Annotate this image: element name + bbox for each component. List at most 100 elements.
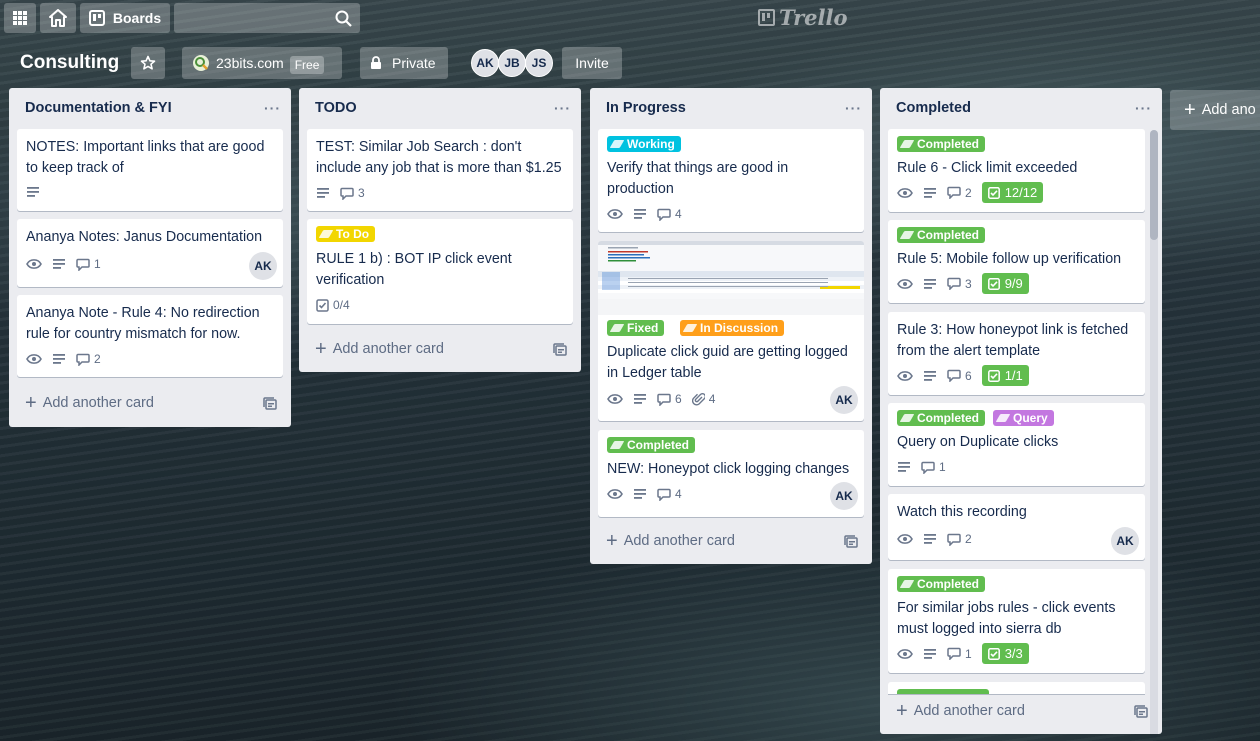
attachments-count: 4 — [708, 392, 716, 406]
apps-menu-button[interactable] — [4, 3, 36, 33]
top-bar: Boards Trello — [0, 0, 1260, 36]
card-cover-image — [598, 241, 864, 315]
list-menu-button[interactable]: ··· — [845, 100, 862, 116]
card[interactable]: Completed For similar jobs rules - click… — [888, 569, 1145, 673]
card-member-avatar[interactable]: AK — [830, 482, 858, 510]
label-query: Query — [993, 410, 1054, 426]
add-list-button[interactable]: + Add ano — [1170, 90, 1260, 130]
card-title: Duplicate click guid are getting logged … — [607, 344, 848, 381]
description-badge — [316, 187, 330, 199]
card-title: TEST: Similar Job Search : don't include… — [316, 139, 562, 176]
label-in-discussion: In Discussion — [680, 320, 785, 336]
template-icon — [263, 397, 277, 410]
boards-button[interactable]: Boards — [80, 3, 170, 33]
list-menu-button[interactable]: ··· — [554, 100, 571, 116]
add-card-label: Add another card — [913, 703, 1025, 719]
card[interactable]: Fixed In Discussion Duplicate click guid… — [598, 241, 864, 421]
checklist-count: 3/3 — [1004, 646, 1023, 661]
member-avatar[interactable]: AK — [471, 49, 499, 77]
plus-icon: + — [25, 392, 37, 414]
list-title[interactable]: TODO — [315, 100, 357, 116]
comment-icon — [76, 258, 90, 271]
card[interactable]: TEST: Similar Job Search : don't include… — [307, 129, 573, 211]
card-partial[interactable] — [888, 682, 1145, 694]
home-button[interactable] — [40, 3, 76, 33]
invite-button[interactable]: Invite — [562, 47, 622, 79]
comments-badge: 1 — [76, 257, 101, 271]
card-template-button[interactable] — [263, 397, 277, 414]
card[interactable]: Ananya Notes: Janus Documentation 1 AK — [17, 219, 283, 287]
eye-icon — [897, 370, 913, 381]
eye-icon — [607, 209, 623, 219]
watching-badge — [897, 278, 913, 290]
comment-icon — [657, 393, 671, 406]
member-avatar[interactable]: JB — [498, 49, 526, 77]
card[interactable]: Working Verify that things are good in p… — [598, 129, 864, 232]
add-card-button[interactable]: + Add another card — [315, 338, 444, 360]
list-menu-button[interactable]: ··· — [264, 100, 281, 116]
list-title[interactable]: Documentation & FYI — [25, 100, 172, 116]
visibility-button[interactable]: Private — [360, 47, 448, 79]
eye-icon — [897, 534, 913, 544]
eye-icon — [26, 259, 42, 269]
card-template-button[interactable] — [553, 343, 567, 360]
trello-logo[interactable]: Trello — [758, 5, 848, 30]
watching-badge — [607, 208, 623, 220]
comments-count: 4 — [675, 207, 682, 221]
card-title: RULE 1 b) : BOT IP click event verificat… — [316, 251, 512, 288]
search-input[interactable] — [174, 3, 360, 33]
list-scroll-thumb[interactable] — [1150, 130, 1158, 240]
comment-icon — [947, 277, 961, 290]
lock-icon — [371, 56, 381, 69]
workspace-button[interactable]: 23bits.com Free — [182, 47, 342, 79]
search-icon — [335, 10, 352, 27]
description-icon — [317, 188, 329, 198]
workspace-logo-icon — [193, 55, 209, 71]
label-to-do: To Do — [316, 226, 376, 242]
list-title[interactable]: In Progress — [606, 100, 686, 116]
card[interactable]: To Do RULE 1 b) : BOT IP click event ver… — [307, 219, 573, 324]
card-member-avatar[interactable]: AK — [1111, 527, 1139, 555]
card[interactable]: Rule 3: How honeypot link is fetched fro… — [888, 312, 1145, 395]
card-template-button[interactable] — [844, 535, 858, 552]
comments-count: 1 — [939, 460, 946, 474]
description-icon — [924, 187, 936, 198]
trello-logo-icon — [758, 9, 775, 26]
card-member-avatar[interactable]: AK — [249, 252, 277, 280]
add-card-button[interactable]: + Add another card — [25, 392, 154, 414]
boards-label: Boards — [112, 10, 162, 26]
card-member-avatar[interactable]: AK — [830, 386, 858, 414]
plus-icon: + — [315, 338, 327, 360]
add-list-label: Add ano — [1201, 102, 1256, 118]
checkbox-icon — [987, 647, 1000, 660]
description-icon — [924, 534, 936, 544]
card[interactable]: Completed Rule 5: Mobile follow up verif… — [888, 220, 1145, 303]
description-badge — [52, 258, 66, 270]
card[interactable]: Completed Rule 6 - Click limit exceeded … — [888, 129, 1145, 212]
comments-count: 2 — [94, 352, 101, 366]
list-scrollbar[interactable] — [1150, 130, 1158, 738]
card[interactable]: Ananya Note - Rule 4: No redirection rul… — [17, 295, 283, 377]
list-documentation: Documentation & FYI ··· NOTES: Important… — [9, 88, 291, 427]
description-icon — [634, 209, 646, 219]
comments-count: 1 — [965, 646, 972, 661]
add-card-button[interactable]: + Add another card — [896, 701, 1025, 721]
card[interactable]: Completed NEW: Honeypot click logging ch… — [598, 430, 864, 517]
watching-badge — [897, 533, 913, 545]
comments-badge: 6 — [657, 392, 682, 406]
watching-badge — [26, 353, 42, 365]
card[interactable]: Watch this recording 2 AK — [888, 494, 1145, 560]
card-template-button[interactable] — [1134, 705, 1148, 722]
add-card-label: Add another card — [332, 341, 444, 357]
star-board-button[interactable] — [131, 47, 165, 79]
list-menu-button[interactable]: ··· — [1135, 100, 1152, 116]
card[interactable]: Completed Query Query on Duplicate click… — [888, 403, 1145, 486]
comments-badge: 1 — [921, 460, 946, 474]
member-avatar[interactable]: JS — [525, 49, 553, 77]
board-title[interactable]: Consulting — [20, 52, 119, 74]
add-card-button[interactable]: + Add another card — [606, 531, 735, 551]
list-title[interactable]: Completed — [896, 100, 971, 116]
visibility-label: Private — [392, 55, 436, 71]
card[interactable]: NOTES: Important links that are good to … — [17, 129, 283, 211]
star-icon — [140, 55, 156, 70]
